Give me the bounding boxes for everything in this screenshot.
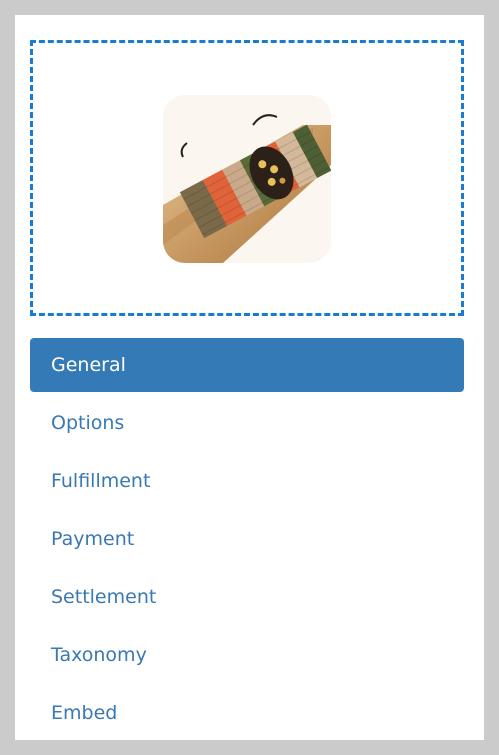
- image-dropzone[interactable]: [30, 40, 464, 316]
- product-panel: General Options Fulfillment Payment Sett…: [15, 15, 484, 740]
- nav-item-general[interactable]: General: [30, 338, 464, 392]
- nav-item-embed[interactable]: Embed: [30, 686, 464, 740]
- knit-bracelet-photo-icon: [163, 95, 331, 263]
- nav-item-options[interactable]: Options: [30, 396, 464, 450]
- nav-item-payment[interactable]: Payment: [30, 512, 464, 566]
- nav-item-fulfillment[interactable]: Fulfillment: [30, 454, 464, 508]
- side-nav: General Options Fulfillment Payment Sett…: [30, 338, 464, 744]
- product-image[interactable]: [163, 95, 331, 263]
- nav-item-taxonomy[interactable]: Taxonomy: [30, 628, 464, 682]
- nav-item-settlement[interactable]: Settlement: [30, 570, 464, 624]
